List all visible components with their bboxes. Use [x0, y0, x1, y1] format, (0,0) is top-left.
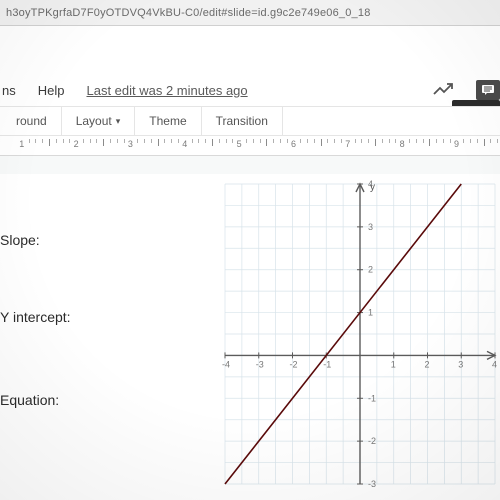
svg-text:2: 2 [368, 265, 373, 275]
svg-text:-2: -2 [290, 359, 298, 369]
svg-text:1: 1 [368, 308, 373, 318]
toolbar-label: Transition [216, 114, 268, 128]
chevron-down-icon: ▾ [116, 116, 121, 127]
trend-icon[interactable] [432, 79, 454, 101]
toolbar-label: Theme [149, 114, 186, 128]
ruler-number: 8 [400, 139, 405, 149]
ruler-number: 5 [237, 139, 242, 149]
svg-text:-2: -2 [368, 436, 376, 446]
ruler-number: 2 [74, 139, 79, 149]
url-bar[interactable]: h3oyTPKgrfaD7F0yOTDVQ4VkBU-C0/edit#slide… [0, 0, 500, 26]
toolbar-item-transition[interactable]: Transition [202, 107, 283, 135]
ruler-number: 4 [182, 139, 187, 149]
horizontal-ruler: 1 2 3 4 5 6 7 8 9 [0, 136, 500, 156]
svg-text:2: 2 [425, 359, 430, 369]
svg-text:-4: -4 [222, 359, 230, 369]
toolbar-item-layout[interactable]: Layout ▾ [62, 107, 136, 135]
line-chart: -3-2-11234-4-3-2-11234y [220, 179, 500, 489]
svg-text:-3: -3 [368, 479, 376, 489]
toolbar-item-theme[interactable]: Theme [135, 107, 201, 135]
comment-icon[interactable] [476, 80, 500, 100]
menu-item-help[interactable]: Help [38, 83, 65, 98]
ruler-number: 9 [454, 139, 459, 149]
header-gap [0, 26, 500, 74]
ruler-number: 6 [291, 139, 296, 149]
svg-text:3: 3 [458, 359, 463, 369]
slide[interactable]: Slope: Y intercept: Equation: -3 -2 -1 1 2 3 4… [0, 174, 500, 500]
svg-text:-1: -1 [368, 393, 376, 403]
svg-text:y: y [370, 182, 375, 193]
ruler-number: 7 [345, 139, 350, 149]
menu-bar: ns Help Last edit was 2 minutes ago [0, 74, 500, 106]
label-slope: Slope: [0, 232, 40, 248]
svg-text:3: 3 [368, 222, 373, 232]
toolbar-label: round [16, 114, 47, 128]
toolbar-label: Layout [76, 114, 112, 128]
svg-text:4: 4 [492, 359, 497, 369]
ruler-number: 1 [19, 139, 24, 149]
label-equation: Equation: [0, 392, 59, 408]
menu-item-partial[interactable]: ns [2, 83, 16, 98]
canvas-area: Slope: Y intercept: Equation: -3 -2 -1 1 2 3 4… [0, 156, 500, 500]
svg-text:1: 1 [391, 359, 396, 369]
url-text: h3oyTPKgrfaD7F0yOTDVQ4VkBU-C0/edit#slide… [6, 7, 371, 19]
svg-text:-3: -3 [256, 359, 264, 369]
last-edit-link[interactable]: Last edit was 2 minutes ago [86, 83, 247, 98]
toolbar: round Layout ▾ Theme Transition [0, 106, 500, 136]
svg-text:-1: -1 [323, 359, 331, 369]
toolbar-item-background[interactable]: round [2, 107, 62, 135]
label-yintercept: Y intercept: [0, 309, 71, 325]
ruler-number: 3 [128, 139, 133, 149]
